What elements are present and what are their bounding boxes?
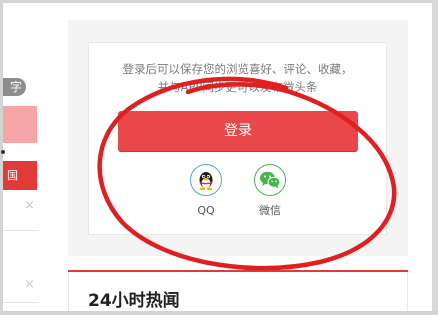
frame-right-border	[432, 0, 438, 315]
qq-icon-ring	[190, 164, 222, 196]
login-hint-text: 登录后可以保存您的浏览喜好、评论、收藏， 并与APP同步更可以发布微头条	[100, 60, 375, 96]
login-hint-line2: 并与APP同步更可以发布微头条	[157, 80, 318, 94]
wechat-icon-ring	[254, 164, 286, 196]
left-feed-thumbnail[interactable]	[3, 106, 37, 143]
left-feed-tag[interactable]: 字	[3, 78, 26, 96]
login-hint-line1: 登录后可以保存您的浏览喜好、评论、收藏，	[122, 62, 353, 76]
wechat-label: 微信	[259, 204, 281, 217]
qq-penguin-icon	[199, 172, 213, 191]
frame-top-border	[0, 0, 438, 3]
left-feed-column	[3, 3, 40, 311]
login-button[interactable]: 登录	[118, 111, 358, 151]
qq-login-button[interactable]: QQ	[186, 164, 226, 218]
close-icon[interactable]: ×	[24, 199, 35, 213]
frame-bottom-border	[0, 311, 438, 315]
left-feed-red-banner[interactable]: 国	[3, 161, 37, 190]
hot-news-title: 24小时热闻	[88, 291, 180, 311]
left-feed-divider	[3, 302, 39, 303]
qq-label: QQ	[197, 204, 215, 217]
wechat-login-button[interactable]: 微信	[250, 164, 290, 218]
left-feed-bullet	[1, 150, 5, 154]
close-icon[interactable]: ×	[24, 278, 35, 292]
left-feed-divider	[3, 230, 39, 231]
wechat-icon	[260, 171, 281, 189]
